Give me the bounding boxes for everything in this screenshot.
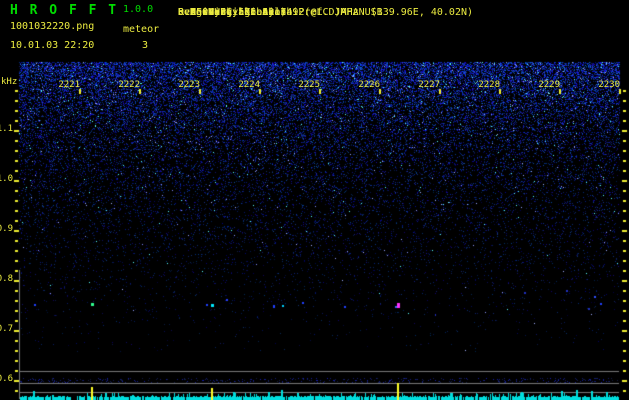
x-tick-label: 2226 (358, 80, 380, 90)
x-tick-label: 2222 (118, 80, 140, 90)
x-tick-label: 2223 (178, 80, 200, 90)
meteor-count: 3 (142, 40, 149, 51)
y-tick-label: 1.0 (0, 174, 13, 184)
output-filename: 1001032220.png (10, 21, 95, 32)
hrofft-window: H R O F F T 1.0.0 1001032220.png meteor … (0, 0, 629, 400)
app-title: H R O F F T (10, 3, 119, 18)
info-value: : A504HB(yagi 4el) (178, 7, 287, 18)
y-tick-label: 0.6 (0, 374, 13, 384)
y-tick-label: 0.8 (0, 274, 13, 284)
x-tick-label: 2230 (598, 80, 620, 90)
y-tick-label: 1.1 (0, 124, 13, 134)
y-tick-label: 0.9 (0, 224, 13, 234)
x-tick-label: 2228 (478, 80, 500, 90)
y-tick-label: 0.7 (0, 324, 13, 334)
app-version: 1.0.0 (123, 4, 154, 15)
x-tick-label: 2224 (238, 80, 260, 90)
x-tick-label: 2227 (418, 80, 440, 90)
datetime-label: 10.01.03 22:20 (10, 40, 95, 51)
x-tick-label: 2221 (58, 80, 80, 90)
x-tick-label: 2229 (538, 80, 560, 90)
x-tick-label: 2225 (298, 80, 320, 90)
mode-label: meteor (123, 24, 160, 35)
spectrogram-canvas (0, 0, 629, 400)
y-axis-unit-label: kHz (1, 77, 18, 87)
